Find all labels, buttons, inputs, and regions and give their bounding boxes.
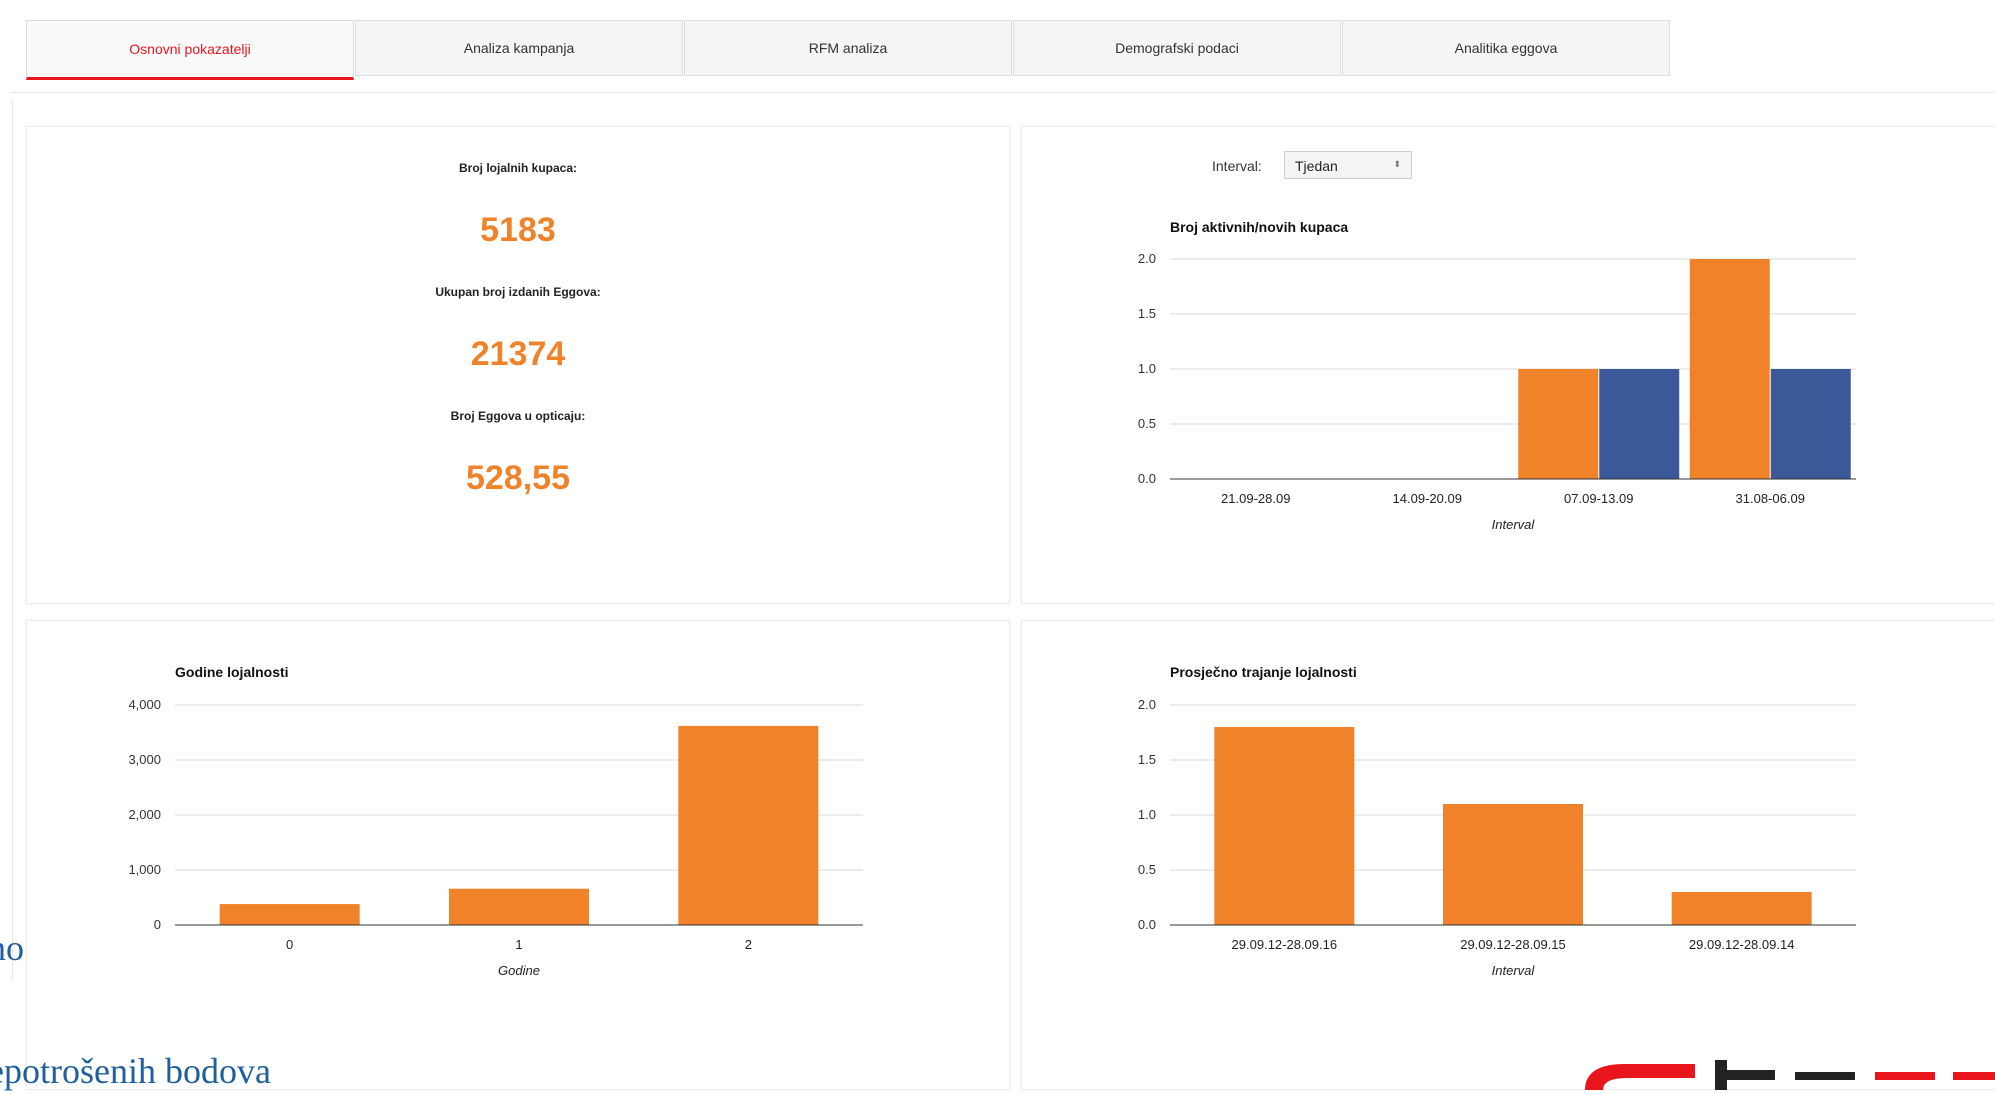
- overlay-text-line-1: ono: [0, 928, 24, 968]
- y-tick-label: 3,000: [128, 752, 161, 767]
- loyalty-duration-chart: Prosječno trajanje lojalnosti 0.0 0.5 1.0 1.…: [1138, 664, 1856, 978]
- interval-select[interactable]: Tjedan ⬍: [1284, 151, 1412, 179]
- bar: [1518, 369, 1599, 479]
- kpi-panel: Broj lojalnih kupaca: 5183 Ukupan broj i…: [26, 126, 1010, 604]
- y-tick-label: 0.5: [1138, 862, 1156, 877]
- x-tick-label: 29.09.12-28.09.15: [1460, 937, 1566, 952]
- left-divider: [12, 100, 13, 980]
- chart-title: Broj aktivnih/novih kupaca: [1170, 219, 1348, 235]
- y-tick-label: 1.5: [1138, 306, 1156, 321]
- kpi-eggs-issued-label: Ukupan broj izdanih Eggova:: [435, 285, 601, 299]
- y-tick-label: 2.0: [1138, 697, 1156, 712]
- select-arrows-icon: ⬍: [1393, 159, 1401, 169]
- tab-demografski-podaci[interactable]: Demografski podaci: [1013, 20, 1341, 76]
- y-tick-label: 0.0: [1138, 917, 1156, 932]
- y-tick-label: 1.0: [1138, 361, 1156, 376]
- x-tick-label: 1: [515, 937, 522, 952]
- x-tick-label: 21.09-28.09: [1221, 491, 1290, 506]
- tab-rfm-analiza[interactable]: RFM analiza: [684, 20, 1012, 76]
- y-tick-label: 1.5: [1138, 752, 1156, 767]
- bar: [1599, 369, 1680, 479]
- bar: [219, 904, 360, 925]
- active-customers-chart: Broj aktivnih/novih kupaca 0.0 0.5 1.0 1.5 2.…: [1138, 219, 1856, 532]
- bar: [1443, 804, 1583, 925]
- interval-select-value: Tjedan: [1295, 158, 1338, 174]
- kpi-eggs-issued-value: 21374: [470, 335, 566, 373]
- x-tick-label: 2: [745, 937, 752, 952]
- x-axis-label: Interval: [1492, 517, 1536, 532]
- x-tick-label: 29.09.12-28.09.14: [1689, 937, 1795, 952]
- bar: [1770, 369, 1851, 479]
- brand-logo-icon: [1585, 1060, 1995, 1090]
- y-tick-label: 0: [154, 917, 161, 932]
- overlay-text-line-3: nepotrošenih bodova: [0, 1051, 271, 1091]
- tab-analitika-eggova[interactable]: Analitika eggova: [1342, 20, 1670, 76]
- y-tick-label: 2,000: [128, 807, 161, 822]
- bar: [1689, 259, 1770, 479]
- x-tick-label: 29.09.12-28.09.16: [1232, 937, 1338, 952]
- kpi-loyal-customers-value: 5183: [480, 211, 556, 249]
- tab-bar: Osnovni pokazatelji Analiza kampanja RFM…: [26, 20, 1671, 80]
- loyalty-duration-panel: Prosječno trajanje lojalnosti 0.0 0.5 1.0 1.…: [1021, 620, 1995, 1090]
- y-tick-label: 1,000: [128, 862, 161, 877]
- x-tick-label: 31.08-06.09: [1736, 491, 1805, 506]
- x-axis-label: Interval: [1492, 963, 1536, 978]
- x-tick-label: 0: [286, 937, 293, 952]
- x-tick-label: 14.09-20.09: [1393, 491, 1462, 506]
- chart-title: Prosječno trajanje lojalnosti: [1170, 664, 1357, 680]
- tab-osnovni-pokazatelji[interactable]: Osnovni pokazatelji: [26, 20, 354, 80]
- y-tick-label: 1.0: [1138, 807, 1156, 822]
- x-axis-label: Godine: [498, 963, 540, 978]
- y-tick-label: 2.0: [1138, 251, 1156, 266]
- loyalty-years-chart: Godine lojalnosti 0 1,000 2,000 3,000 4,000 0 1…: [128, 664, 863, 978]
- bar: [449, 888, 589, 925]
- y-tick-label: 0.0: [1138, 471, 1156, 486]
- bar: [678, 725, 819, 925]
- loyalty-years-panel: Godine lojalnosti 0 1,000 2,000 3,000 4,000 0 1…: [26, 620, 1010, 1090]
- kpi-eggs-circulating-value: 528,55: [466, 459, 570, 497]
- kpi-eggs-circulating-label: Broj Eggova u opticaju:: [450, 409, 586, 423]
- header-divider: [10, 92, 1995, 93]
- chart-title: Godine lojalnosti: [175, 664, 289, 680]
- x-tick-label: 07.09-13.09: [1564, 491, 1633, 506]
- tab-analiza-kampanja[interactable]: Analiza kampanja: [355, 20, 683, 76]
- bar: [1671, 892, 1812, 925]
- y-tick-label: 0.5: [1138, 416, 1156, 431]
- kpi-loyal-customers-label: Broj lojalnih kupaca:: [458, 161, 578, 175]
- active-customers-panel: Broj aktivnih/novih kupaca 0.0 0.5 1.0 1.5 2.…: [1021, 126, 1995, 604]
- interval-label: Interval:: [1212, 158, 1262, 174]
- bar: [1214, 727, 1355, 925]
- y-tick-label: 4,000: [128, 697, 161, 712]
